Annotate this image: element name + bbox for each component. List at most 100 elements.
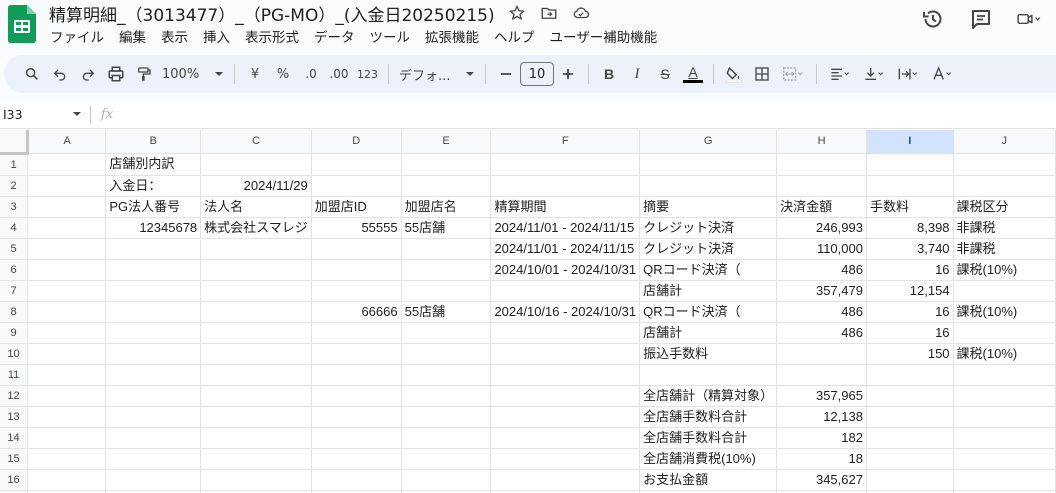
cell-a2[interactable] (27, 175, 107, 197)
cell-h6[interactable]: 486 (776, 259, 867, 281)
cell-j1[interactable] (953, 153, 1056, 176)
cell-g1[interactable] (639, 153, 778, 176)
cell-i8[interactable]: 16 (866, 301, 954, 323)
cell-g9[interactable]: 店舗計 (639, 322, 778, 344)
cell-j14[interactable] (953, 427, 1056, 449)
cell-d13[interactable] (311, 406, 402, 428)
column-header[interactable]: A (27, 130, 107, 154)
meet-video-icon[interactable] (1016, 6, 1042, 32)
cell-e5[interactable] (401, 238, 492, 260)
formula-input[interactable] (123, 105, 1056, 125)
cell-d9[interactable] (311, 322, 402, 344)
cell-b4[interactable]: 12345678 (105, 217, 202, 239)
row-header[interactable]: 4 (0, 217, 29, 239)
cell-g10[interactable]: 振込手数料 (639, 343, 778, 365)
cell-b2[interactable]: 入金日： (105, 175, 202, 197)
cell-c7[interactable] (200, 280, 312, 302)
menu-tools[interactable]: ツール (370, 26, 419, 46)
select-all-corner[interactable] (0, 130, 30, 155)
cell-d5[interactable] (311, 238, 402, 260)
menu-insert[interactable]: 挿入 (203, 26, 238, 46)
cell-e2[interactable] (401, 175, 492, 197)
cell-i10[interactable]: 150 (866, 343, 954, 365)
cell-c4[interactable]: 株式会社スマレジ (200, 217, 312, 239)
text-rotation-icon[interactable] (925, 60, 959, 88)
cell-j8[interactable]: 課税(10%) (953, 301, 1056, 323)
row-header[interactable]: 11 (0, 364, 29, 386)
row-header[interactable]: 3 (0, 196, 29, 218)
redo-icon[interactable] (74, 60, 102, 88)
cell-c6[interactable] (200, 259, 312, 281)
cell-f9[interactable] (490, 322, 641, 344)
text-wrapping-icon[interactable] (891, 60, 925, 88)
star-icon[interactable] (506, 2, 528, 24)
cell-e11[interactable] (401, 364, 492, 386)
cell-d2[interactable] (311, 175, 402, 197)
column-header[interactable]: C (200, 130, 312, 154)
cell-g6[interactable]: QRコード決済（ (639, 259, 778, 281)
cell-d8[interactable]: 66666 (311, 301, 402, 323)
cell-h9[interactable]: 486 (776, 322, 867, 344)
menu-format[interactable]: 表示形式 (245, 26, 307, 46)
horizontal-align-icon[interactable] (823, 60, 857, 88)
cell-b9[interactable] (105, 322, 202, 344)
cell-h16[interactable]: 345,627 (776, 469, 867, 491)
cell-i16[interactable] (866, 469, 954, 491)
cell-j13[interactable] (953, 406, 1056, 428)
cell-a7[interactable] (27, 280, 107, 302)
cell-e14[interactable] (401, 427, 492, 449)
row-header[interactable]: 1 (0, 153, 29, 176)
menu-file[interactable]: ファイル (50, 26, 112, 46)
font-size-input[interactable]: 10 (520, 62, 554, 86)
cell-c14[interactable] (200, 427, 312, 449)
menu-data[interactable]: データ (314, 26, 363, 46)
cell-j3[interactable]: 課税区分 (953, 196, 1056, 218)
cell-f2[interactable] (490, 175, 641, 197)
cell-b10[interactable] (105, 343, 202, 365)
menu-extensions[interactable]: 拡張機能 (425, 26, 487, 46)
cell-f4[interactable]: 2024/11/01 - 2024/11/15 (490, 217, 641, 239)
cell-e7[interactable] (401, 280, 492, 302)
cell-d15[interactable] (311, 448, 402, 470)
cell-c1[interactable] (200, 153, 312, 176)
cell-e12[interactable] (401, 385, 492, 407)
move-folder-icon[interactable] (538, 2, 560, 24)
cell-i6[interactable]: 16 (866, 259, 954, 281)
cell-g13[interactable]: 全店舗手数料合計 (639, 406, 778, 428)
cell-i7[interactable]: 12,154 (866, 280, 954, 302)
cell-i13[interactable] (866, 406, 954, 428)
paint-format-icon[interactable] (130, 60, 158, 88)
column-header-selected[interactable]: I (866, 130, 954, 154)
cell-a3[interactable] (27, 196, 107, 218)
menu-help[interactable]: ヘルプ (494, 26, 543, 46)
cell-j9[interactable] (953, 322, 1056, 344)
row-header[interactable]: 9 (0, 322, 29, 344)
italic-button[interactable]: I (623, 60, 651, 88)
undo-icon[interactable] (46, 60, 74, 88)
cell-a8[interactable] (27, 301, 107, 323)
cell-h1[interactable] (776, 153, 867, 176)
merge-cells-icon[interactable] (776, 60, 810, 88)
cell-h4[interactable]: 246,993 (776, 217, 867, 239)
cell-j4[interactable]: 非課税 (953, 217, 1056, 239)
cell-f11[interactable] (490, 364, 641, 386)
currency-format-button[interactable]: ¥ (241, 60, 269, 88)
cell-b5[interactable] (105, 238, 202, 260)
column-header[interactable]: B (105, 130, 202, 154)
cell-h3[interactable]: 決済金額 (776, 196, 867, 218)
decrease-font-size-icon[interactable] (492, 60, 520, 88)
cell-g2[interactable] (639, 175, 778, 197)
cell-b12[interactable] (105, 385, 202, 407)
cell-c3[interactable]: 法人名 (200, 196, 312, 218)
cell-j6[interactable]: 課税(10%) (953, 259, 1056, 281)
cell-b7[interactable] (105, 280, 202, 302)
cell-e1[interactable] (401, 153, 492, 176)
cell-j11[interactable] (953, 364, 1056, 386)
cell-b6[interactable] (105, 259, 202, 281)
strikethrough-button[interactable]: S (651, 60, 679, 88)
borders-icon[interactable] (748, 60, 776, 88)
cell-a14[interactable] (27, 427, 107, 449)
cell-h12[interactable]: 357,965 (776, 385, 867, 407)
print-icon[interactable] (102, 60, 130, 88)
cell-i4[interactable]: 8,398 (866, 217, 954, 239)
